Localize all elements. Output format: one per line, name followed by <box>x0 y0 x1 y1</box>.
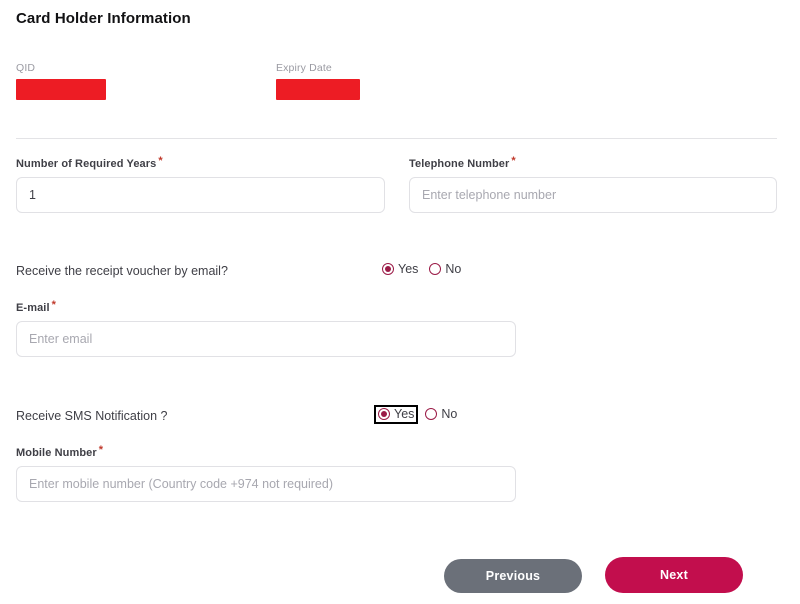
mobile-number-label-text: Mobile Number <box>16 447 97 459</box>
mobile-number-label: Mobile Number * <box>16 444 516 459</box>
sms-notification-question-text: Receive SMS Notification ? <box>16 409 168 423</box>
expiry-date-redacted-value <box>276 79 360 100</box>
qid-label: QID <box>16 62 36 74</box>
mobile-number-input[interactable] <box>16 466 516 502</box>
qid-field: QID <box>16 62 106 100</box>
sms-notification-radio-yes[interactable]: Yes <box>373 405 419 424</box>
voucher-email-radio-yes-label: Yes <box>398 262 419 276</box>
telephone-number-label: Telephone Number * <box>409 155 777 170</box>
required-years-label-text: Number of Required Years <box>16 158 157 170</box>
radio-empty-icon <box>425 408 438 421</box>
required-asterisk: * <box>158 155 163 167</box>
email-field-group: E-mail * <box>16 299 516 357</box>
section-divider <box>16 138 777 139</box>
voucher-email-radio-group: Yes No <box>380 262 463 277</box>
radio-filled-icon <box>378 408 390 421</box>
card-holder-information-form: Card Holder Information QID Expiry Date … <box>0 0 800 604</box>
required-years-field: Number of Required Years * <box>16 155 385 213</box>
mobile-number-field: Mobile Number * <box>16 444 516 502</box>
email-label-text: E-mail <box>16 302 50 314</box>
radio-filled-icon <box>382 263 394 276</box>
required-asterisk: * <box>98 444 104 456</box>
voucher-email-radio-no-label: No <box>445 262 462 276</box>
email-input[interactable] <box>16 321 516 357</box>
required-years-input[interactable] <box>16 177 385 213</box>
sms-notification-radio-no[interactable]: No <box>423 407 459 422</box>
required-asterisk: * <box>511 155 516 167</box>
telephone-number-label-text: Telephone Number <box>409 158 510 170</box>
sms-notification-radio-yes-label: Yes <box>394 407 415 421</box>
expiry-date-field: Expiry Date <box>276 62 360 100</box>
previous-button[interactable]: Previous <box>444 559 582 593</box>
qid-redacted-value <box>16 79 106 100</box>
voucher-email-radio-no[interactable]: No <box>427 262 463 277</box>
voucher-email-question-text: Receive the receipt voucher by email? <box>16 264 228 278</box>
page-title: Card Holder Information <box>16 10 191 27</box>
sms-notification-radio-group: Yes No <box>373 405 459 424</box>
email-label: E-mail * <box>16 299 516 314</box>
radio-empty-icon <box>429 263 442 276</box>
required-years-label: Number of Required Years * <box>16 155 385 170</box>
next-button[interactable]: Next <box>605 557 743 593</box>
telephone-number-input[interactable] <box>409 177 777 213</box>
expiry-date-label: Expiry Date <box>276 62 332 74</box>
voucher-email-question-row: Receive the receipt voucher by email? Ye… <box>16 262 777 284</box>
telephone-number-field: Telephone Number * <box>409 155 777 213</box>
voucher-email-radio-yes[interactable]: Yes <box>380 262 420 277</box>
required-asterisk: * <box>51 299 57 311</box>
sms-notification-radio-no-label: No <box>441 407 458 421</box>
sms-notification-question-row: Receive SMS Notification ? Yes No <box>16 405 777 429</box>
